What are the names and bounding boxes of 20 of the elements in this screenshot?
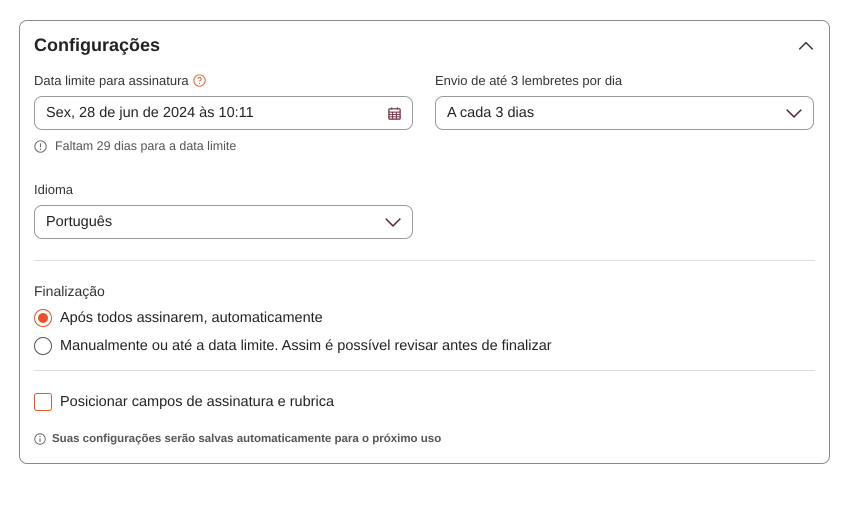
checkbox-label: Posicionar campos de assinatura e rubrica [60, 394, 334, 410]
help-icon [192, 74, 206, 86]
panel-title: Configurações [34, 35, 160, 56]
hint-text: Faltam 29 dias para a data limite [55, 139, 236, 153]
info-icon [34, 140, 47, 152]
dropdown[interactable]: Português [34, 205, 413, 239]
calendar-icon [387, 106, 402, 120]
checkbox[interactable] [34, 393, 52, 411]
radio-button[interactable] [34, 337, 52, 355]
section-label: Finalização [34, 283, 106, 299]
radio-button[interactable] [34, 309, 52, 327]
field-label: Idioma [34, 182, 74, 196]
date-field[interactable]: Sex, 28 de jun de 2024 às 10:11 [34, 96, 413, 130]
option-label: Manualmente ou até a data limite. Assim é possível revisar antes de finalizar [60, 338, 552, 354]
note-text: Suas configurações serão salvas automaticamente para o próximo uso [52, 433, 442, 445]
info-icon [34, 433, 46, 445]
field-label: Data limite para assinatura [34, 72, 189, 88]
option-label: Após todos assinarem, automaticamente [60, 310, 323, 326]
dropdown[interactable]: A cada 3 dias [435, 96, 814, 130]
field-label: Envio de até 3 lembretes por dia [435, 72, 622, 88]
